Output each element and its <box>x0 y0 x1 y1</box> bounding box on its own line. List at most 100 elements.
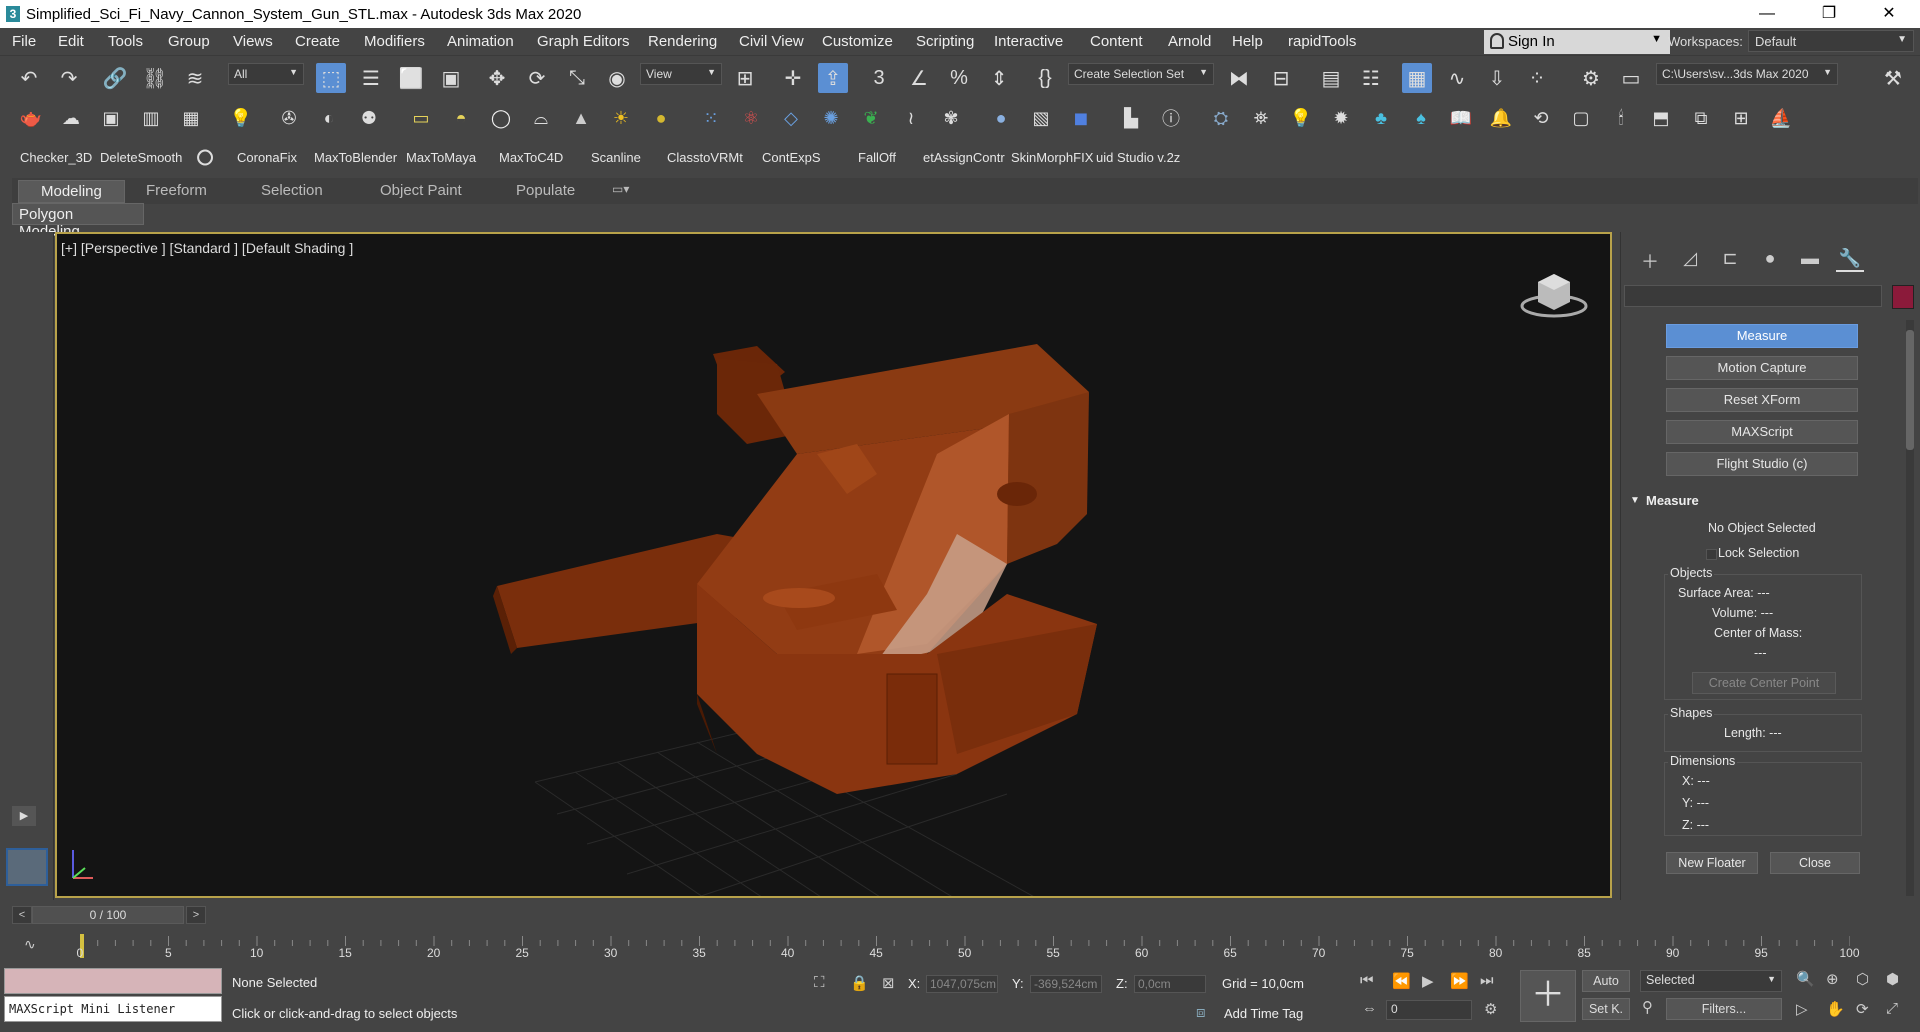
sun-icon[interactable]: ☀ <box>608 105 634 131</box>
scene-states-icon[interactable]: ⛯ <box>1248 105 1274 131</box>
script-button[interactable]: DeleteSmooth <box>100 150 182 165</box>
menu-civil-view[interactable]: Civil View <box>739 33 804 50</box>
zoom-icon[interactable]: 🔍 <box>1796 970 1815 988</box>
refresh-icon[interactable]: ⟲ <box>1528 105 1554 131</box>
lock-icon[interactable]: 🔒 <box>850 974 869 992</box>
time-tag-icon[interactable]: ⧈ <box>1196 1004 1206 1021</box>
undo-icon[interactable]: ↶ <box>14 63 44 93</box>
reference-coord-dropdown[interactable]: View ▼ <box>640 63 722 85</box>
rotate-icon[interactable]: ⟳ <box>522 63 552 93</box>
angle-snap-icon[interactable]: ∠ <box>904 63 934 93</box>
previous-frame-icon[interactable]: ⏪ <box>1392 972 1411 990</box>
add-time-tag[interactable]: Add Time Tag <box>1224 1006 1303 1021</box>
bowl-icon[interactable]: ⌓ <box>528 105 554 131</box>
next-frame-icon[interactable]: ⏩ <box>1450 972 1469 990</box>
render-setup-icon[interactable]: ⚙ <box>1576 63 1606 93</box>
perspective-viewport[interactable]: [+] [Perspective ] [Standard ] [Default … <box>55 232 1612 898</box>
selection-filter-dropdown[interactable]: All ▼ <box>228 63 304 85</box>
hierarchy-tab-icon[interactable]: ⊏ <box>1716 248 1744 272</box>
asset-icon[interactable]: ▙ <box>1118 105 1144 131</box>
menu-tools[interactable]: Tools <box>108 33 143 50</box>
motion-capture-button[interactable]: Motion Capture <box>1666 356 1858 380</box>
lock-selection-checkbox[interactable] <box>1706 549 1717 560</box>
select-manipulate-icon[interactable]: ✛ <box>778 63 808 93</box>
custom-tool-icon[interactable]: ⚒ <box>1878 63 1908 93</box>
measure-button[interactable]: Measure <box>1666 324 1858 348</box>
menu-modifiers[interactable]: Modifiers <box>364 33 425 50</box>
scale-icon[interactable]: ⤡ <box>562 63 592 93</box>
safe-frame-icon[interactable]: ⊞ <box>1728 105 1754 131</box>
curve-editor-toggle-icon[interactable]: ∿ <box>24 936 36 953</box>
render-icon[interactable]: ◼ <box>1068 105 1094 131</box>
cone-icon[interactable]: ▲ <box>568 105 594 131</box>
menu-help[interactable]: Help <box>1232 33 1263 50</box>
go-to-start-icon[interactable]: ⏮ <box>1360 972 1374 989</box>
script-button[interactable]: Checker_3D <box>20 150 92 165</box>
x-coordinate-field[interactable]: 1047,075cm <box>926 975 998 993</box>
unlink-icon[interactable]: ⛓ <box>140 63 170 93</box>
project-folder-dropdown[interactable]: C:\Users\sv...3ds Max 2020 ▼ <box>1656 63 1838 85</box>
viewport-layout-button[interactable] <box>6 848 48 886</box>
maxscript-button[interactable]: MAXScript <box>1666 420 1858 444</box>
bind-spacewarp-icon[interactable]: ≋ <box>180 63 210 93</box>
play-icon[interactable]: ▶ <box>1422 972 1434 990</box>
hair-icon[interactable]: ≀ <box>898 105 924 131</box>
maximize-viewport-icon[interactable]: ⤢ <box>1886 1000 1898 1017</box>
disc-icon[interactable]: ● <box>648 105 674 131</box>
forest-icon[interactable]: ♠ <box>1408 105 1434 131</box>
orbit-view-icon[interactable]: ⟳ <box>1856 1000 1869 1018</box>
sphere-icon[interactable]: ◯ <box>488 105 514 131</box>
menu-group[interactable]: Group <box>168 33 210 50</box>
key-filters-icon[interactable]: ⚲ <box>1642 998 1653 1016</box>
material-editor-icon[interactable]: ⁘ <box>1522 63 1552 93</box>
link-icon[interactable]: 🔗 <box>100 63 130 93</box>
monitor-icon[interactable]: ▢ <box>1568 105 1594 131</box>
object-name-field[interactable] <box>1624 285 1882 307</box>
polygon-modeling-panel[interactable]: Polygon Modeling <box>12 203 144 240</box>
fan-icon[interactable]: ✇ <box>276 105 302 131</box>
scrollbar-thumb[interactable] <box>1906 330 1914 450</box>
panel-icon[interactable]: ▣ <box>98 105 124 131</box>
modify-tab-icon[interactable]: ◿ <box>1676 248 1704 272</box>
boat-icon[interactable]: ⛵ <box>1768 105 1794 131</box>
time-config-icon[interactable]: ⚙ <box>1484 1000 1497 1018</box>
script-button[interactable]: etAssignContr <box>923 150 1007 165</box>
tree-icon[interactable]: ♣ <box>1368 105 1394 131</box>
script-button[interactable]: MaxToBlender <box>314 150 397 165</box>
close-button[interactable]: ✕ <box>1866 2 1912 26</box>
place-icon[interactable]: ◉ <box>602 63 632 93</box>
pivot-center-icon[interactable]: ⊞ <box>730 63 760 93</box>
menu-content[interactable]: Content <box>1090 33 1143 50</box>
sun-positioner-icon[interactable]: ✹ <box>1328 105 1354 131</box>
script-button[interactable]: Scanline <box>591 150 641 165</box>
cloud-icon[interactable]: ☁ <box>58 105 84 131</box>
menu-rendering[interactable]: Rendering <box>648 33 717 50</box>
utilities-tab-icon[interactable]: 🔧 <box>1836 248 1864 272</box>
script-button[interactable]: MaxToMaya <box>406 150 476 165</box>
menu-rapidtools[interactable]: rapidTools <box>1288 33 1356 50</box>
maximize-button[interactable]: ❐ <box>1806 2 1852 26</box>
script-button[interactable]: ClasstoVRMt <box>667 150 743 165</box>
menu-file[interactable]: File <box>12 33 36 50</box>
pan-icon[interactable]: ✋ <box>1826 1000 1845 1018</box>
sign-in-dropdown[interactable]: Sign In ▼ <box>1484 30 1670 54</box>
render-region-icon[interactable]: ⧉ <box>1688 105 1714 131</box>
zoom-extents-all-icon[interactable]: ⬢ <box>1886 970 1899 988</box>
mirror-icon[interactable]: ⧓ <box>1224 63 1254 93</box>
grid-icon[interactable]: ▥ <box>138 105 164 131</box>
redo-icon[interactable]: ↷ <box>54 63 84 93</box>
camera-rig-icon[interactable]: ⚉ <box>356 105 382 131</box>
workspace-select[interactable]: Default ▼ <box>1748 30 1914 52</box>
menu-create[interactable]: Create <box>295 33 340 50</box>
menu-scripting[interactable]: Scripting <box>916 33 974 50</box>
close-measure-button[interactable]: Close <box>1770 852 1860 874</box>
minimize-button[interactable]: — <box>1744 2 1790 26</box>
settings-circle-icon[interactable]: ⭘ <box>192 145 218 171</box>
menu-graph-editors[interactable]: Graph Editors <box>537 33 630 50</box>
curve-editor-icon[interactable]: ∿ <box>1442 63 1472 93</box>
menu-customize[interactable]: Customize <box>822 33 893 50</box>
tab-freeform[interactable]: Freeform <box>146 182 207 199</box>
y-coordinate-field[interactable]: -369,524cm <box>1030 975 1102 993</box>
tab-object-paint[interactable]: Object Paint <box>380 182 462 199</box>
object-color-swatch[interactable] <box>1892 285 1914 309</box>
